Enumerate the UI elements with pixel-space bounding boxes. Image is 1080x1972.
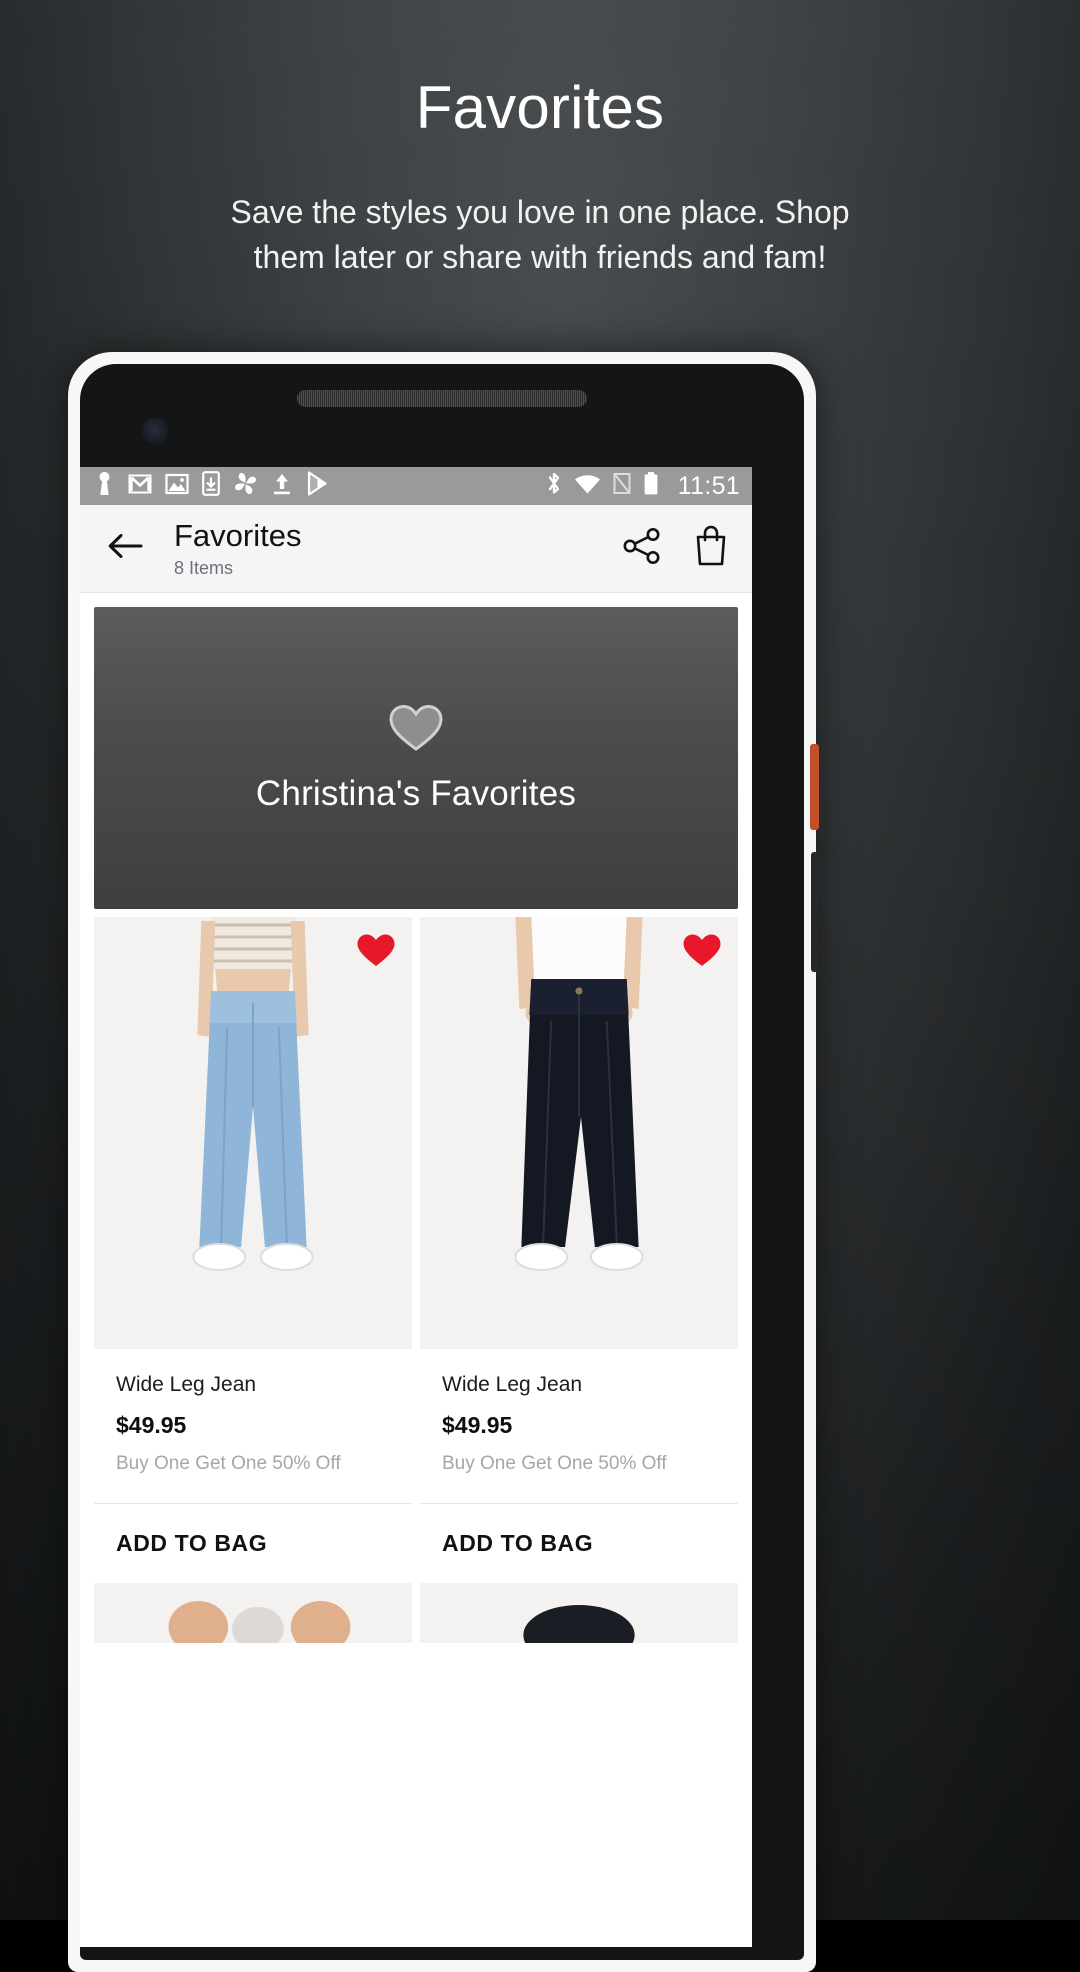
phone-volume-button <box>811 852 819 972</box>
person-icon <box>94 471 115 501</box>
product-image[interactable] <box>420 917 738 1349</box>
front-camera <box>142 418 168 444</box>
collection-banner[interactable]: Christina's Favorites <box>94 607 738 909</box>
product-card[interactable] <box>420 1583 738 1643</box>
add-to-bag-button[interactable]: ADD TO BAG <box>420 1504 738 1583</box>
product-name: Wide Leg Jean <box>442 1373 583 1396</box>
product-price: $49.95 <box>442 1412 513 1438</box>
phone-mockup: 11:51 Favorites 8 Items Christina's Favo… <box>68 352 819 1972</box>
page-title: Favorites <box>174 517 302 553</box>
product-grid-next-row <box>80 1583 752 1643</box>
heart-filled-icon[interactable] <box>682 933 722 974</box>
photo-icon <box>165 473 189 500</box>
earpiece-speaker <box>297 390 587 407</box>
product-grid: Wide Leg Jean $49.95 Buy One Get One 50%… <box>80 909 752 1583</box>
product-promo: Buy One Get One 50% Off <box>442 1453 667 1474</box>
back-button[interactable] <box>104 527 148 571</box>
app-bar: Favorites 8 Items <box>80 505 752 593</box>
share-icon <box>622 528 662 569</box>
heart-filled-icon[interactable] <box>356 933 396 974</box>
product-info: Wide Leg Jean $49.95 Buy One Get One 50%… <box>94 1349 412 1504</box>
phone-power-button <box>810 744 819 830</box>
product-card[interactable]: Wide Leg Jean $49.95 Buy One Get One 50%… <box>420 917 738 1583</box>
product-promo: Buy One Get One 50% Off <box>116 1453 341 1474</box>
product-name: Wide Leg Jean <box>116 1373 257 1396</box>
shopping-bag-icon <box>692 525 730 572</box>
product-price: $49.95 <box>116 1412 187 1438</box>
status-bar-notification-icons <box>94 471 329 501</box>
status-bar: 11:51 <box>80 467 752 505</box>
battery-icon <box>643 471 659 501</box>
product-card[interactable]: Wide Leg Jean $49.95 Buy One Get One 50%… <box>94 917 412 1583</box>
play-store-icon <box>306 471 329 501</box>
pinwheel-photos-icon <box>233 471 258 501</box>
product-image[interactable] <box>94 917 412 1349</box>
promo-subtitle: Save the styles you love in one place. S… <box>230 194 850 275</box>
share-button[interactable] <box>622 527 662 570</box>
bluetooth-icon <box>545 471 563 501</box>
promo-text-block: Favorites Save the styles you love in on… <box>0 78 1080 280</box>
item-count: 8 Items <box>174 557 234 578</box>
phone-body: 11:51 Favorites 8 Items Christina's Favo… <box>80 364 804 1960</box>
product-info: Wide Leg Jean $49.95 Buy One Get One 50%… <box>420 1349 738 1504</box>
status-bar-clock: 11:51 <box>677 471 740 500</box>
app-bar-actions <box>622 524 730 573</box>
heart-outline-icon <box>388 703 444 758</box>
gmail-icon <box>128 472 152 501</box>
promo-title: Favorites <box>415 74 665 141</box>
arrow-left-icon <box>108 531 144 566</box>
upload-icon <box>271 472 293 501</box>
phone-screen: 11:51 Favorites 8 Items Christina's Favo… <box>80 467 752 1947</box>
product-card[interactable] <box>94 1583 412 1643</box>
app-bar-titles: Favorites 8 Items <box>174 518 301 580</box>
wifi-icon <box>574 473 601 500</box>
phone-download-icon <box>202 471 220 501</box>
add-to-bag-button[interactable]: ADD TO BAG <box>94 1504 412 1583</box>
sim-off-icon <box>612 472 632 500</box>
status-bar-system-icons: 11:51 <box>545 471 740 501</box>
collection-name: Christina's Favorites <box>255 773 577 813</box>
shopping-bag-button[interactable] <box>692 524 730 573</box>
